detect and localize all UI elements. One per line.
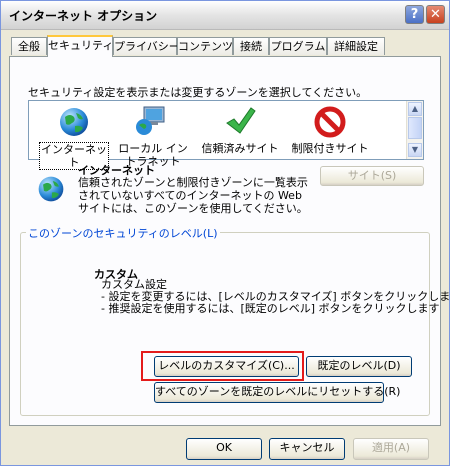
zone-internet[interactable]: インターネット	[39, 105, 109, 170]
tab-content[interactable]: コンテンツ	[177, 37, 233, 55]
tab-security[interactable]: セキュリティ	[47, 35, 113, 57]
zone-trusted-sites[interactable]: 信頼済みサイト	[197, 105, 283, 155]
tab-connections[interactable]: 接続	[233, 37, 269, 55]
zone-list-scrollbar[interactable]: ▲ ▼	[406, 101, 423, 159]
ok-button[interactable]: OK	[186, 438, 262, 460]
zone-instruction: セキュリティ設定を表示または変更するゾーンを選択してください。	[28, 86, 368, 99]
zone-info: インターネット 信頼されたゾーンと制限付きゾーンに一覧表示されていないすべてのイ…	[28, 162, 428, 222]
tab-strip: 全般 セキュリティ プライバシー コンテンツ 接続 プログラム 詳細設定	[9, 35, 443, 57]
restricted-icon	[314, 106, 346, 138]
scroll-down-button[interactable]: ▼	[408, 143, 422, 157]
globe-icon	[60, 108, 88, 136]
window-title: インターネット オプション	[9, 9, 158, 23]
zone-list[interactable]: インターネット ローカル イントラネット 信頼済みサイト 制限付きサイト ▲ ▼	[28, 100, 424, 170]
level-description: カスタム設定 - 設定を変更するには、[レベルのカスタマイズ] ボタンをクリック…	[101, 278, 450, 315]
cancel-button[interactable]: キャンセル	[269, 438, 345, 460]
tab-privacy[interactable]: プライバシー	[113, 37, 180, 55]
scroll-up-button[interactable]: ▲	[408, 102, 422, 116]
zone-label-trusted: 信頼済みサイト	[201, 142, 279, 155]
title-bar: インターネット オプション ? ✕	[1, 1, 449, 30]
internet-options-window: インターネット オプション ? ✕ 全般 セキュリティ プライバシー コンテンツ…	[0, 0, 450, 466]
reset-all-zones-button[interactable]: すべてのゾーンを既定のレベルにリセットする(R)	[154, 382, 400, 403]
red-highlight-box	[141, 351, 304, 381]
close-button[interactable]: ✕	[426, 5, 445, 24]
zone-local-intranet[interactable]: ローカル イントラネット	[113, 105, 193, 168]
tab-programs[interactable]: プログラム	[269, 37, 327, 55]
default-level-button[interactable]: 既定のレベル(D)	[306, 356, 412, 377]
globe-icon	[38, 176, 64, 202]
zone-description: 信頼されたゾーンと制限付きゾーンに一覧表示されていないすべてのインターネットの …	[78, 176, 308, 215]
tab-general[interactable]: 全般	[11, 37, 47, 55]
tab-advanced[interactable]: 詳細設定	[327, 37, 385, 55]
help-button[interactable]: ?	[405, 5, 424, 24]
zone-restricted-sites[interactable]: 制限付きサイト	[287, 105, 373, 155]
apply-button[interactable]: 適用(A)	[353, 438, 429, 460]
scroll-thumb[interactable]	[408, 117, 422, 139]
security-level-legend: このゾーンのセキュリティのレベル(L)	[26, 225, 220, 241]
checkmark-icon	[226, 107, 256, 134]
sites-button[interactable]: サイト(S)	[320, 166, 424, 186]
zone-label-restricted: 制限付きサイト	[291, 142, 369, 155]
intranet-icon	[136, 106, 165, 135]
